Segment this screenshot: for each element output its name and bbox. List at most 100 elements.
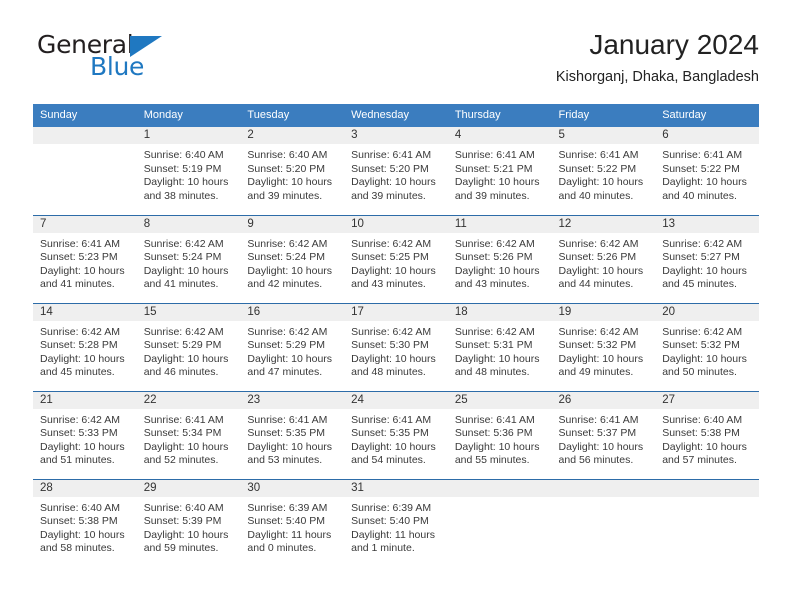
day-number bbox=[655, 479, 759, 497]
calendar-day-cell[interactable]: 26 Sunrise: 6:41 AM Sunset: 5:37 PM Dayligh… bbox=[551, 391, 656, 480]
calendar-day-cell[interactable]: 18 Sunrise: 6:42 AM Sunset: 5:31 PM Dayligh… bbox=[447, 303, 552, 392]
sunset-time: Sunset: 5:24 PM bbox=[247, 251, 326, 264]
calendar-day-cell[interactable]: 27 Sunrise: 6:40 AM Sunset: 5:38 PM Dayligh… bbox=[655, 391, 759, 480]
general-blue-logo[interactable]: General Blue bbox=[33, 28, 273, 90]
calendar-day-cell[interactable]: 8 Sunrise: 6:42 AM Sunset: 5:24 PM Daylight… bbox=[136, 215, 241, 304]
sunset-time: Sunset: 5:24 PM bbox=[143, 251, 222, 264]
sunrise-time: Sunrise: 6:41 AM bbox=[662, 149, 743, 161]
day-number: 18 bbox=[447, 303, 552, 321]
calendar-day-cell[interactable]: 7 Sunrise: 6:41 AM Sunset: 5:23 PM Daylight… bbox=[33, 215, 137, 304]
sunrise-time: Sunrise: 6:42 AM bbox=[247, 325, 328, 338]
calendar-day-cell[interactable]: 2 Sunrise: 6:40 AM Sunset: 5:20 PM Daylight… bbox=[240, 127, 345, 216]
day-details: Sunrise: 6:42 AM Sunset: 5:24 PM Daylight:… bbox=[240, 233, 344, 292]
column-header-tuesday: Tuesday bbox=[240, 104, 345, 127]
day-number: 1 bbox=[136, 127, 241, 144]
sunset-time: Sunset: 5:26 PM bbox=[558, 251, 637, 264]
calendar-day-cell[interactable]: 28 Sunrise: 6:40 AM Sunset: 5:38 PM Dayligh… bbox=[33, 479, 137, 567]
sunset-time: Sunset: 5:38 PM bbox=[40, 515, 118, 528]
calendar-week-row: 14 Sunrise: 6:42 AM Sunset: 5:28 PM Dayligh… bbox=[33, 303, 759, 392]
daylight-duration-line1: Daylight: 10 hours bbox=[558, 352, 644, 365]
day-number: 9 bbox=[240, 215, 345, 233]
calendar-day-cell[interactable]: 31 Sunrise: 6:39 AM Sunset: 5:40 PM Dayligh… bbox=[344, 479, 448, 567]
daylight-duration-line1: Daylight: 10 hours bbox=[662, 176, 747, 189]
day-details: Sunrise: 6:40 AM Sunset: 5:38 PM Daylight:… bbox=[33, 497, 137, 556]
day-number: 19 bbox=[551, 303, 656, 321]
sunset-time: Sunset: 5:36 PM bbox=[454, 427, 533, 440]
calendar-day-cell[interactable]: 10 Sunrise: 6:42 AM Sunset: 5:25 PM Dayligh… bbox=[344, 215, 448, 304]
daylight-duration-line2: and 41 minutes. bbox=[40, 278, 115, 291]
calendar-day-cell[interactable]: 22 Sunrise: 6:41 AM Sunset: 5:34 PM Dayligh… bbox=[136, 391, 241, 480]
calendar-day-cell[interactable]: 14 Sunrise: 6:42 AM Sunset: 5:28 PM Dayligh… bbox=[33, 303, 137, 392]
daylight-duration-line1: Daylight: 10 hours bbox=[454, 264, 540, 277]
day-number: 2 bbox=[240, 127, 345, 144]
daylight-duration-line1: Daylight: 10 hours bbox=[40, 352, 125, 365]
daylight-duration-line1: Daylight: 10 hours bbox=[247, 176, 333, 189]
daylight-duration-line2: and 41 minutes. bbox=[143, 278, 219, 291]
sunrise-time: Sunrise: 6:40 AM bbox=[40, 501, 120, 514]
calendar-day-cell[interactable]: 25 Sunrise: 6:41 AM Sunset: 5:36 PM Dayligh… bbox=[447, 391, 552, 480]
logo-text-blue: Blue bbox=[90, 52, 145, 81]
calendar-day-cell[interactable]: 9 Sunrise: 6:42 AM Sunset: 5:24 PM Daylight… bbox=[240, 215, 345, 304]
sunset-time: Sunset: 5:34 PM bbox=[143, 427, 222, 440]
sunset-time: Sunset: 5:39 PM bbox=[143, 515, 222, 528]
sunrise-time: Sunrise: 6:42 AM bbox=[247, 237, 328, 250]
sunrise-time: Sunrise: 6:41 AM bbox=[143, 413, 224, 426]
calendar-day-cell[interactable]: 16 Sunrise: 6:42 AM Sunset: 5:29 PM Dayligh… bbox=[240, 303, 345, 392]
day-number: 31 bbox=[344, 479, 448, 497]
calendar-day-cell[interactable]: 1 Sunrise: 6:40 AM Sunset: 5:19 PM Daylight… bbox=[136, 127, 241, 216]
day-details: Sunrise: 6:41 AM Sunset: 5:36 PM Daylight:… bbox=[448, 409, 552, 468]
calendar-day-cell[interactable]: 20 Sunrise: 6:42 AM Sunset: 5:32 PM Dayligh… bbox=[655, 303, 759, 392]
day-number: 21 bbox=[33, 391, 137, 409]
sunrise-time: Sunrise: 6:42 AM bbox=[351, 237, 432, 250]
calendar-day-cell[interactable]: 11 Sunrise: 6:42 AM Sunset: 5:26 PM Dayligh… bbox=[447, 215, 552, 304]
day-number: 4 bbox=[447, 127, 552, 144]
day-details: Sunrise: 6:42 AM Sunset: 5:29 PM Daylight:… bbox=[137, 321, 241, 380]
daylight-duration-line1: Daylight: 10 hours bbox=[247, 264, 333, 277]
sunrise-time: Sunrise: 6:42 AM bbox=[40, 413, 120, 426]
calendar-day-cell[interactable]: 5 Sunrise: 6:41 AM Sunset: 5:22 PM Daylight… bbox=[551, 127, 656, 216]
calendar-day-cell[interactable]: 24 Sunrise: 6:41 AM Sunset: 5:35 PM Dayligh… bbox=[344, 391, 448, 480]
calendar-day-cell[interactable]: 12 Sunrise: 6:42 AM Sunset: 5:26 PM Dayligh… bbox=[551, 215, 656, 304]
sunset-time: Sunset: 5:31 PM bbox=[454, 339, 533, 352]
daylight-duration-line2: and 51 minutes. bbox=[40, 454, 115, 467]
sunset-time: Sunset: 5:38 PM bbox=[662, 427, 740, 440]
daylight-duration-line2: and 55 minutes. bbox=[454, 454, 530, 467]
calendar-day-cell[interactable]: 13 Sunrise: 6:42 AM Sunset: 5:27 PM Dayligh… bbox=[655, 215, 759, 304]
day-details: Sunrise: 6:41 AM Sunset: 5:35 PM Daylight:… bbox=[240, 409, 344, 468]
sunrise-time: Sunrise: 6:42 AM bbox=[143, 325, 224, 338]
sunset-time: Sunset: 5:35 PM bbox=[351, 427, 429, 440]
day-details: Sunrise: 6:42 AM Sunset: 5:28 PM Daylight:… bbox=[33, 321, 137, 380]
day-details: Sunrise: 6:42 AM Sunset: 5:29 PM Daylight:… bbox=[240, 321, 344, 380]
sunrise-time: Sunrise: 6:42 AM bbox=[662, 237, 743, 250]
sunrise-time: Sunrise: 6:42 AM bbox=[40, 325, 120, 338]
day-details: Sunrise: 6:41 AM Sunset: 5:35 PM Daylight:… bbox=[344, 409, 448, 468]
day-details: Sunrise: 6:42 AM Sunset: 5:32 PM Daylight:… bbox=[552, 321, 656, 380]
calendar-day-cell[interactable]: 21 Sunrise: 6:42 AM Sunset: 5:33 PM Dayligh… bbox=[33, 391, 137, 480]
calendar-day-cell[interactable]: 23 Sunrise: 6:41 AM Sunset: 5:35 PM Dayligh… bbox=[240, 391, 345, 480]
day-number: 22 bbox=[136, 391, 241, 409]
daylight-duration-line2: and 49 minutes. bbox=[558, 366, 634, 379]
sunrise-time: Sunrise: 6:41 AM bbox=[558, 149, 639, 161]
calendar-day-cell[interactable]: 17 Sunrise: 6:42 AM Sunset: 5:30 PM Dayligh… bbox=[344, 303, 448, 392]
daylight-duration-line1: Daylight: 10 hours bbox=[40, 528, 125, 541]
day-number: 6 bbox=[655, 127, 759, 144]
day-number: 26 bbox=[551, 391, 656, 409]
sunset-time: Sunset: 5:22 PM bbox=[662, 162, 740, 175]
day-details: Sunrise: 6:41 AM Sunset: 5:22 PM Daylight:… bbox=[655, 144, 759, 203]
sunset-time: Sunset: 5:37 PM bbox=[558, 427, 637, 440]
daylight-duration-line1: Daylight: 10 hours bbox=[247, 352, 333, 365]
daylight-duration-line2: and 45 minutes. bbox=[40, 366, 115, 379]
daylight-duration-line2: and 39 minutes. bbox=[247, 189, 323, 202]
calendar-day-cell[interactable]: 30 Sunrise: 6:39 AM Sunset: 5:40 PM Dayligh… bbox=[240, 479, 345, 567]
page-header: General Blue January 2024 Kishorganj, Dh… bbox=[33, 28, 759, 98]
calendar-day-cell[interactable]: 4 Sunrise: 6:41 AM Sunset: 5:21 PM Daylight… bbox=[447, 127, 552, 216]
daylight-duration-line1: Daylight: 10 hours bbox=[143, 352, 229, 365]
sunset-time: Sunset: 5:21 PM bbox=[454, 162, 533, 175]
day-details: Sunrise: 6:42 AM Sunset: 5:31 PM Daylight:… bbox=[448, 321, 552, 380]
daylight-duration-line1: Daylight: 10 hours bbox=[558, 440, 644, 453]
calendar-day-cell[interactable]: 6 Sunrise: 6:41 AM Sunset: 5:22 PM Daylight… bbox=[655, 127, 759, 216]
calendar-day-cell[interactable]: 19 Sunrise: 6:42 AM Sunset: 5:32 PM Dayligh… bbox=[551, 303, 656, 392]
calendar-day-cell[interactable]: 15 Sunrise: 6:42 AM Sunset: 5:29 PM Dayligh… bbox=[136, 303, 241, 392]
calendar-day-cell[interactable]: 29 Sunrise: 6:40 AM Sunset: 5:39 PM Dayligh… bbox=[136, 479, 241, 567]
calendar-day-cell[interactable]: 3 Sunrise: 6:41 AM Sunset: 5:20 PM Daylight… bbox=[344, 127, 448, 216]
